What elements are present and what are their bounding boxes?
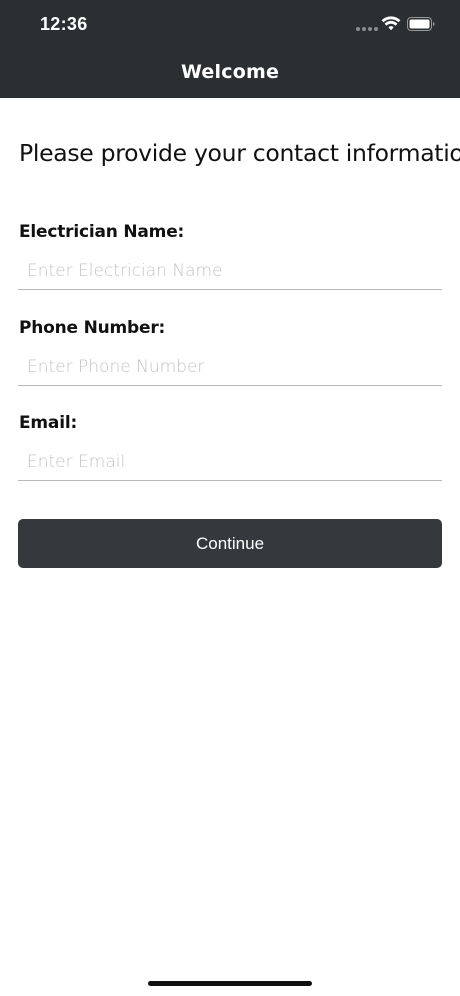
phone-number-input[interactable] [18, 348, 442, 386]
electrician-name-input[interactable] [18, 252, 442, 290]
battery-icon [407, 17, 435, 31]
form-heading: Please provide your contact information [19, 139, 460, 167]
app-header: 12:36 Welcome [0, 0, 460, 98]
continue-button[interactable]: Continue [18, 519, 442, 568]
phone-number-label: Phone Number: [19, 318, 166, 338]
email-label: Email: [19, 413, 78, 433]
wifi-icon [381, 16, 401, 31]
nav-title: Welcome [180, 61, 280, 83]
electrician-name-label: Electrician Name: [19, 222, 185, 242]
email-input[interactable] [18, 443, 442, 481]
status-bar: 12:36 [0, 0, 460, 50]
status-time: 12:36 [40, 14, 88, 34]
home-indicator[interactable] [148, 981, 312, 986]
signal-dots-icon [356, 27, 378, 31]
